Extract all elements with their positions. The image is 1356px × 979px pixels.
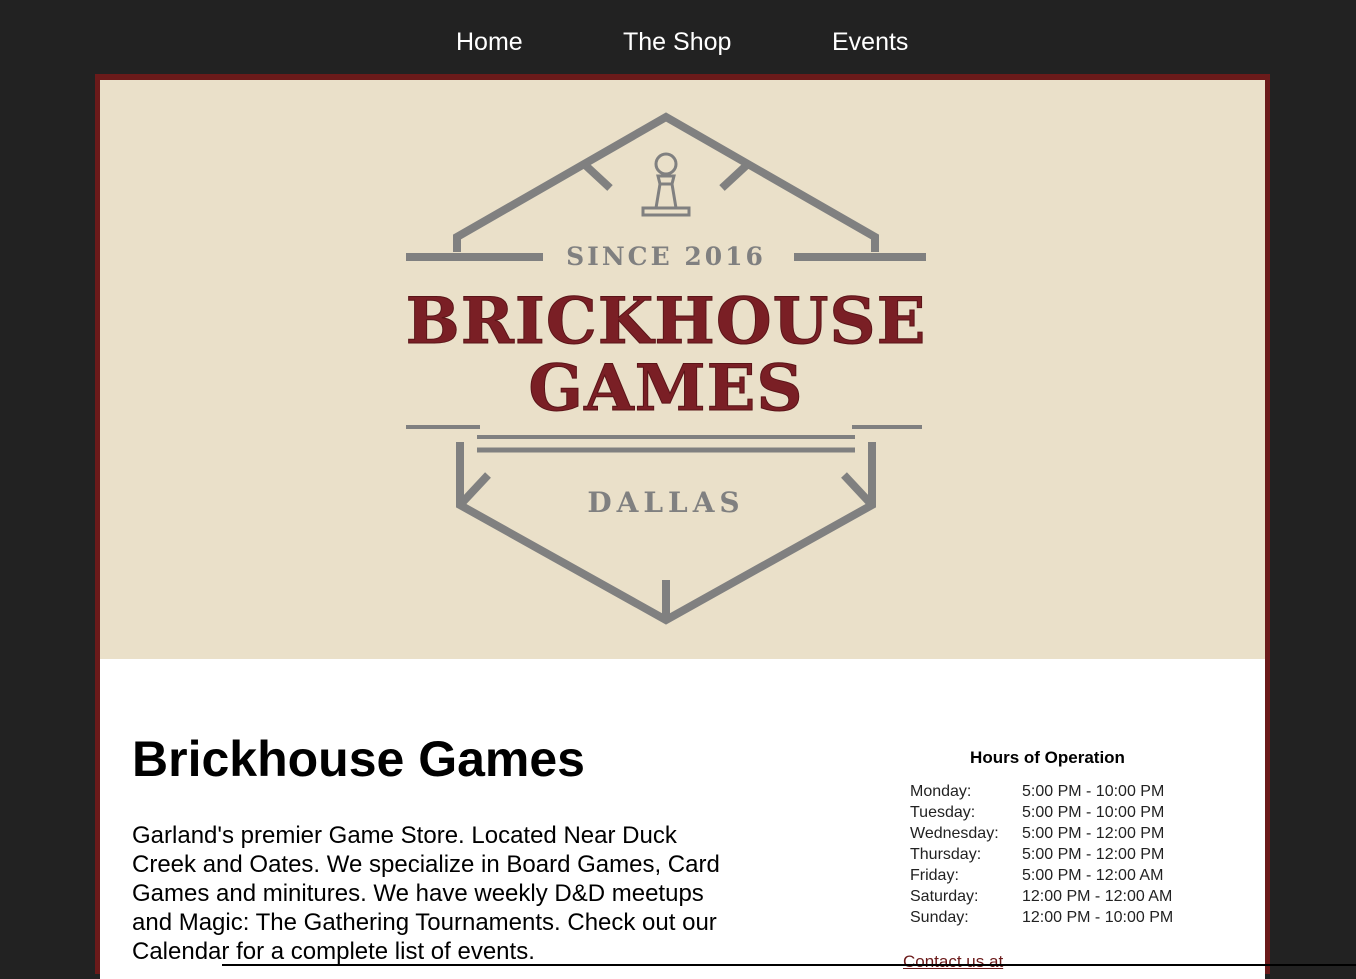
hours-day: Tuesday: bbox=[910, 804, 976, 821]
nav-shop-link[interactable]: The Shop bbox=[623, 27, 731, 57]
hours-time: 12:00 PM - 12:00 AM bbox=[1022, 888, 1173, 905]
logo-dallas-text: DALLAS bbox=[587, 486, 744, 519]
hours-row: Monday: 5:00 PM - 10:00 PM bbox=[910, 781, 1173, 802]
logo-brickhouse-text: BRICKHOUSE bbox=[406, 284, 927, 359]
logo-banner: SINCE 2016 BRICKHOUSE GAMES DALLAS bbox=[100, 80, 1265, 659]
hours-day: Monday: bbox=[910, 783, 972, 800]
hours-table: Monday: 5:00 PM - 10:00 PM Tuesday: 5:00… bbox=[910, 781, 1173, 928]
chess-pawn-icon bbox=[641, 152, 691, 217]
store-description: Garland's premier Game Store. Located Ne… bbox=[132, 822, 720, 965]
hours-row: Thursday: 5:00 PM - 12:00 PM bbox=[910, 844, 1173, 865]
logo-since-text: SINCE 2016 bbox=[566, 242, 766, 271]
hours-row: Wednesday: 5:00 PM - 12:00 PM bbox=[910, 823, 1173, 844]
contact-link[interactable]: Contact us at bbox=[903, 952, 1003, 972]
hours-time: 5:00 PM - 12:00 PM bbox=[1022, 825, 1165, 842]
hours-time: 5:00 PM - 10:00 PM bbox=[1022, 783, 1165, 800]
hours-of-operation: Hours of Operation Monday: 5:00 PM - 10:… bbox=[910, 747, 1210, 928]
hours-row: Friday: 5:00 PM - 12:00 AM bbox=[910, 865, 1173, 886]
hours-day: Sunday: bbox=[910, 909, 969, 926]
hours-day: Thursday: bbox=[910, 846, 982, 863]
nav-home-link[interactable]: Home bbox=[456, 27, 523, 57]
top-navigation: Home The Shop Events bbox=[0, 0, 1356, 74]
hours-title: Hours of Operation bbox=[970, 748, 1125, 767]
brickhouse-logo: SINCE 2016 BRICKHOUSE GAMES DALLAS bbox=[405, 112, 927, 625]
hours-time: 5:00 PM - 12:00 PM bbox=[1022, 846, 1165, 863]
hours-day: Saturday: bbox=[910, 888, 979, 905]
hours-day: Friday: bbox=[910, 867, 959, 884]
hours-time: 12:00 PM - 10:00 PM bbox=[1022, 909, 1174, 926]
hours-row: Tuesday: 5:00 PM - 10:00 PM bbox=[910, 802, 1173, 823]
nav-events-link[interactable]: Events bbox=[832, 27, 908, 57]
main-content: Brickhouse Games Garland's premier Game … bbox=[100, 659, 1265, 979]
logo-games-text: GAMES bbox=[528, 351, 803, 426]
hours-row: Sunday: 12:00 PM - 10:00 PM bbox=[910, 907, 1173, 928]
hours-time: 5:00 PM - 12:00 AM bbox=[1022, 867, 1164, 884]
hours-day: Wednesday: bbox=[910, 825, 999, 842]
page-title: Brickhouse Games bbox=[132, 731, 585, 787]
hours-row: Saturday: 12:00 PM - 12:00 AM bbox=[910, 886, 1173, 907]
hours-time: 5:00 PM - 10:00 PM bbox=[1022, 804, 1165, 821]
